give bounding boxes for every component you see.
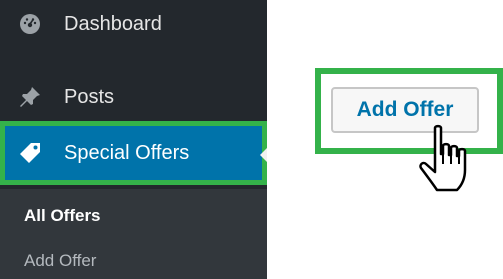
submenu-item-add-offer[interactable]: Add Offer: [24, 251, 96, 271]
screenshot-stage: Dashboard Posts Special Offers All Offer…: [0, 0, 503, 279]
hand-pointer-icon: [417, 124, 477, 194]
sidebar-item-special-offers[interactable]: Special Offers: [0, 121, 267, 185]
dashboard-icon: [16, 10, 44, 38]
sidebar-submenu: All Offers Add Offer: [0, 189, 267, 279]
active-caret-icon: [260, 148, 267, 162]
sidebar-item-label: Special Offers: [64, 141, 190, 164]
tag-icon: [16, 139, 44, 167]
sidebar-item-posts[interactable]: Posts: [0, 77, 267, 117]
sidebar-item-label: Dashboard: [64, 12, 162, 35]
submenu-item-all-offers[interactable]: All Offers: [24, 206, 101, 226]
admin-sidebar: Dashboard Posts Special Offers All Offer…: [0, 0, 267, 279]
sidebar-item-label: Posts: [64, 85, 115, 108]
pin-icon: [16, 83, 44, 111]
sidebar-item-dashboard[interactable]: Dashboard: [0, 4, 267, 44]
